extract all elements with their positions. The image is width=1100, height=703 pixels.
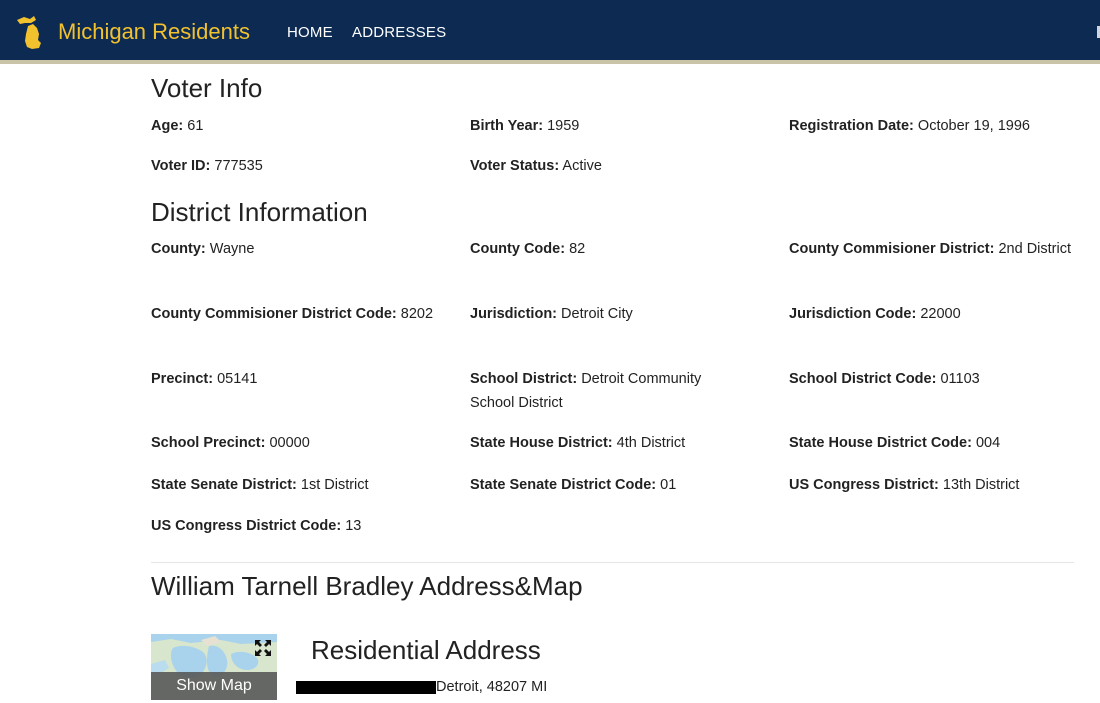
field-us-congress-district-code: US Congress District Code: 13 — [151, 514, 441, 538]
section-divider — [151, 562, 1074, 563]
field-label: US Congress District Code: — [151, 518, 342, 534]
field-label: County Code: — [470, 241, 566, 257]
field-value: 004 — [975, 435, 1001, 451]
field-value: 1959 — [547, 118, 580, 134]
field-label: County: — [151, 241, 206, 257]
field-value: 1st District — [300, 477, 369, 493]
field-value: Detroit City — [561, 306, 633, 322]
field-value: 01103 — [940, 371, 980, 387]
field-value: 61 — [187, 118, 204, 134]
field-birth-year: Birth Year: 1959 — [470, 114, 760, 138]
field-label: Voter Status: — [470, 158, 560, 174]
field-label: US Congress District: — [789, 477, 939, 493]
map-thumbnail[interactable]: Show Map — [151, 634, 277, 700]
field-label: Precinct: — [151, 371, 214, 387]
field-label: State Senate District: — [151, 477, 297, 493]
address-map-title: William Tarnell Bradley Address&Map — [151, 571, 583, 601]
field-age: Age: 61 — [151, 114, 441, 138]
field-label: State House District: — [470, 435, 613, 451]
field-label: County Commisioner District Code: — [151, 306, 397, 322]
field-value: 13th District — [942, 477, 1020, 493]
field-value: 82 — [569, 241, 586, 257]
field-voter-status: Voter Status: Active — [470, 154, 760, 178]
field-county: County: Wayne — [151, 237, 441, 261]
field-county-code: County Code: 82 — [470, 237, 760, 261]
field-value: 13 — [345, 518, 362, 534]
field-school-district: School District: Detroit Community Schoo… — [470, 367, 740, 415]
redacted-street-block — [378, 681, 436, 694]
field-label: School District Code: — [789, 371, 937, 387]
field-label: County Commisioner District: — [789, 241, 995, 257]
field-label: Jurisdiction: — [470, 306, 558, 322]
field-state-senate-district: State Senate District: 1st District — [151, 473, 441, 497]
field-label: Age: — [151, 118, 184, 134]
field-value: Active — [562, 158, 602, 174]
field-value: 01 — [660, 477, 677, 493]
field-value: 00000 — [269, 435, 310, 451]
field-voter-id: Voter ID: 777535 — [151, 154, 441, 178]
redacted-street-block — [296, 681, 378, 694]
voter-info-title: Voter Info — [151, 73, 263, 103]
field-county-commissioner-district-code: County Commisioner District Code: 8202 — [151, 302, 441, 326]
field-label: State House District Code: — [789, 435, 972, 451]
field-label: School Precinct: — [151, 435, 266, 451]
field-state-house-district-code: State House District Code: 004 — [789, 431, 1079, 455]
field-jurisdiction: Jurisdiction: Detroit City — [470, 302, 760, 326]
field-value: 2nd District — [998, 241, 1071, 257]
field-label: Jurisdiction Code: — [789, 306, 917, 322]
address-city-zip: Detroit, 48207 MI — [436, 679, 548, 695]
main-content: Voter Info Age: 61 Birth Year: 1959 Regi… — [0, 0, 1100, 703]
field-label: State Senate District Code: — [470, 477, 657, 493]
expand-arrows-icon[interactable] — [253, 638, 273, 658]
field-label: Voter ID: — [151, 158, 211, 174]
field-value: 4th District — [616, 435, 686, 451]
field-county-commissioner-district: County Commisioner District: 2nd Distric… — [789, 237, 1079, 261]
field-school-district-code: School District Code: 01103 — [789, 367, 1079, 391]
field-state-house-district: State House District: 4th District — [470, 431, 760, 455]
field-value: 8202 — [400, 306, 434, 322]
field-us-congress-district: US Congress District: 13th District — [789, 473, 1079, 497]
district-info-title: District Information — [151, 197, 368, 227]
field-value: 777535 — [214, 158, 263, 174]
field-value: 05141 — [217, 371, 258, 387]
field-school-precinct: School Precinct: 00000 — [151, 431, 441, 455]
field-state-senate-district-code: State Senate District Code: 01 — [470, 473, 760, 497]
field-value: Wayne — [209, 241, 255, 257]
field-label: Birth Year: — [470, 118, 544, 134]
field-precinct: Precinct: 05141 — [151, 367, 441, 391]
field-value: 22000 — [920, 306, 961, 322]
field-registration-date: Registration Date: October 19, 1996 — [789, 114, 1079, 138]
show-map-button[interactable]: Show Map — [151, 672, 277, 700]
field-value: October 19, 1996 — [917, 118, 1030, 134]
field-label: School District: — [470, 371, 578, 387]
residential-address-title: Residential Address — [311, 635, 541, 665]
field-jurisdiction-code: Jurisdiction Code: 22000 — [789, 302, 1079, 326]
field-label: Registration Date: — [789, 118, 914, 134]
